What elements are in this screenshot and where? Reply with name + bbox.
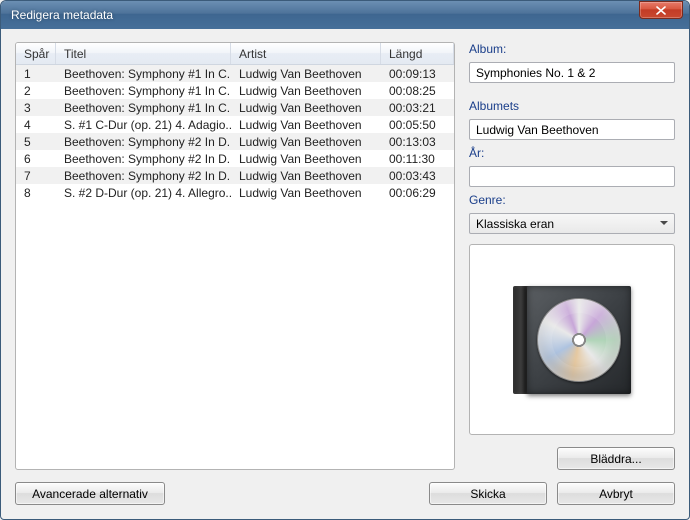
spacer	[469, 89, 675, 93]
cell-length: 00:11:30	[381, 152, 454, 166]
cell-track: 6	[16, 152, 56, 166]
albumartist-input[interactable]	[469, 119, 675, 140]
cell-artist: Ludwig Van Beethoven	[231, 135, 381, 149]
cd-case-icon	[513, 286, 631, 394]
cell-track: 2	[16, 84, 56, 98]
cell-length: 00:03:21	[381, 101, 454, 115]
browse-button[interactable]: Bläddra...	[557, 447, 675, 470]
cell-track: 4	[16, 118, 56, 132]
genre-select-value: Klassiska eran	[469, 213, 675, 234]
year-input[interactable]	[469, 166, 675, 187]
col-header-length[interactable]: Längd	[381, 43, 454, 64]
client-area: Spår Titel Artist Längd 1Beethoven: Symp…	[1, 29, 689, 519]
col-header-track[interactable]: Spår	[16, 43, 56, 64]
year-label: År:	[469, 146, 675, 160]
advanced-options-button[interactable]: Avancerade alternativ	[15, 482, 165, 505]
cell-title: Beethoven: Symphony #1 In C...	[56, 67, 231, 81]
cell-title: Beethoven: Symphony #1 In C...	[56, 84, 231, 98]
cover-art-panel[interactable]	[469, 244, 675, 435]
tracks-table[interactable]: Spår Titel Artist Längd 1Beethoven: Symp…	[15, 42, 455, 470]
cell-title: Beethoven: Symphony #2 In D...	[56, 135, 231, 149]
cell-length: 00:06:29	[381, 186, 454, 200]
col-header-artist[interactable]: Artist	[231, 43, 381, 64]
album-label: Album:	[469, 42, 675, 56]
bottom-button-row: Avancerade alternativ Skicka Avbryt	[15, 482, 675, 505]
genre-select[interactable]: Klassiska eran	[469, 213, 675, 234]
table-row[interactable]: 8S. #2 D-Dur (op. 21) 4. Allegro...Ludwi…	[16, 184, 454, 201]
table-row[interactable]: 4S. #1 C-Dur (op. 21) 4. Adagio...Ludwig…	[16, 116, 454, 133]
cell-title: Beethoven: Symphony #2 In D...	[56, 169, 231, 183]
chevron-down-icon	[660, 221, 668, 226]
albumartist-label: Albumets	[469, 99, 675, 113]
dropdown-arrow	[656, 216, 672, 231]
cell-length: 00:08:25	[381, 84, 454, 98]
table-row[interactable]: 1Beethoven: Symphony #1 In C...Ludwig Va…	[16, 65, 454, 82]
cell-title: S. #1 C-Dur (op. 21) 4. Adagio...	[56, 118, 231, 132]
table-body: 1Beethoven: Symphony #1 In C...Ludwig Va…	[16, 65, 454, 469]
col-header-title[interactable]: Titel	[56, 43, 231, 64]
cell-artist: Ludwig Van Beethoven	[231, 118, 381, 132]
cell-title: S. #2 D-Dur (op. 21) 4. Allegro...	[56, 186, 231, 200]
table-row[interactable]: 3Beethoven: Symphony #1 In C...Ludwig Va…	[16, 99, 454, 116]
cell-title: Beethoven: Symphony #2 In D...	[56, 152, 231, 166]
content-row: Spår Titel Artist Längd 1Beethoven: Symp…	[15, 42, 675, 470]
close-button[interactable]	[639, 1, 683, 19]
cell-title: Beethoven: Symphony #1 In C...	[56, 101, 231, 115]
submit-button[interactable]: Skicka	[429, 482, 547, 505]
cancel-button[interactable]: Avbryt	[557, 482, 675, 505]
cell-track: 8	[16, 186, 56, 200]
cell-track: 7	[16, 169, 56, 183]
table-row[interactable]: 6Beethoven: Symphony #2 In D...Ludwig Va…	[16, 150, 454, 167]
metadata-sidebar: Album: Albumets År: Genre: Klassiska era…	[469, 42, 675, 470]
cell-artist: Ludwig Van Beethoven	[231, 67, 381, 81]
metadata-editor-window: Redigera metadata Spår Titel Artist Läng…	[0, 0, 690, 520]
table-row[interactable]: 7Beethoven: Symphony #2 In D...Ludwig Va…	[16, 167, 454, 184]
cell-length: 00:13:03	[381, 135, 454, 149]
cell-artist: Ludwig Van Beethoven	[231, 169, 381, 183]
cell-track: 1	[16, 67, 56, 81]
cell-artist: Ludwig Van Beethoven	[231, 186, 381, 200]
cell-length: 00:03:43	[381, 169, 454, 183]
table-header: Spår Titel Artist Längd	[16, 43, 454, 65]
cell-length: 00:09:13	[381, 67, 454, 81]
disc-icon	[537, 298, 621, 382]
cell-artist: Ludwig Van Beethoven	[231, 84, 381, 98]
window-title: Redigera metadata	[11, 8, 639, 22]
cell-artist: Ludwig Van Beethoven	[231, 152, 381, 166]
album-input[interactable]	[469, 62, 675, 83]
browse-row: Bläddra...	[469, 447, 675, 470]
cell-length: 00:05:50	[381, 118, 454, 132]
cell-track: 3	[16, 101, 56, 115]
table-row[interactable]: 2Beethoven: Symphony #1 In C...Ludwig Va…	[16, 82, 454, 99]
genre-label: Genre:	[469, 193, 675, 207]
close-icon	[656, 6, 666, 15]
cell-artist: Ludwig Van Beethoven	[231, 101, 381, 115]
table-row[interactable]: 5Beethoven: Symphony #2 In D...Ludwig Va…	[16, 133, 454, 150]
titlebar[interactable]: Redigera metadata	[1, 1, 689, 29]
cell-track: 5	[16, 135, 56, 149]
